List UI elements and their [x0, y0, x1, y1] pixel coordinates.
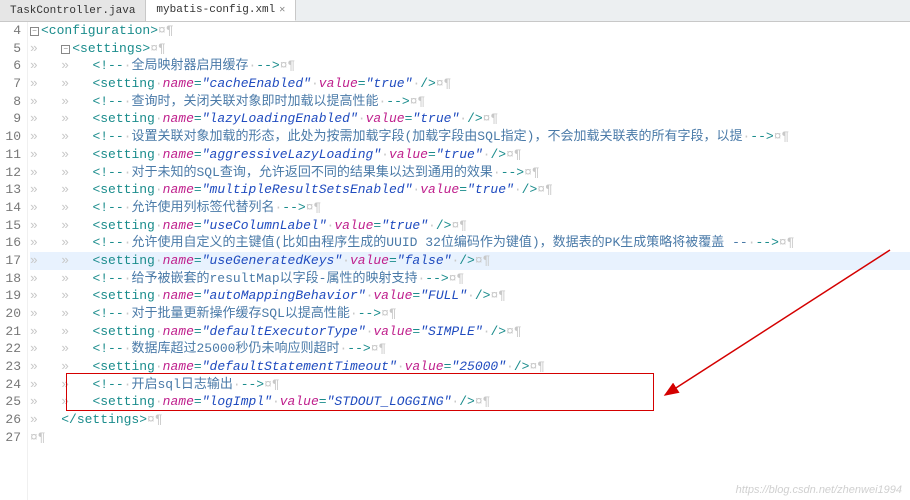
line-number: 22	[0, 340, 21, 358]
code-line[interactable]: » » <!--·查询时，关闭关联对象即时加载以提高性能·-->¤¶	[30, 93, 910, 111]
tab-label: mybatis-config.xml	[156, 4, 275, 16]
code-line[interactable]: » » <setting·name="useColumnLabel"·value…	[30, 217, 910, 235]
line-number: 26	[0, 411, 21, 429]
code-line[interactable]: » » <!--·对于未知的SQL查询，允许返回不同的结果集以达到通用的效果·-…	[30, 164, 910, 182]
code-line[interactable]: » » <setting·name="multipleResultSetsEna…	[30, 181, 910, 199]
line-number: 27	[0, 429, 21, 447]
line-number: 7	[0, 75, 21, 93]
code-line[interactable]: −<configuration>¤¶	[30, 22, 910, 40]
line-number: 25	[0, 393, 21, 411]
code-line[interactable]: » » <!--·允许使用自定义的主键值(比如由程序生成的UUID 32位编码作…	[30, 234, 910, 252]
line-number: 12	[0, 164, 21, 182]
line-number: 14	[0, 199, 21, 217]
line-number: 8	[0, 93, 21, 111]
line-number: 18	[0, 270, 21, 288]
code-line[interactable]: » » <!--·设置关联对象加载的形态，此处为按需加载字段(加载字段由SQL指…	[30, 128, 910, 146]
code-line[interactable]: » » <setting·name="defaultExecutorType"·…	[30, 323, 910, 341]
code-area[interactable]: −<configuration>¤¶» −<settings>¤¶» » <!-…	[28, 22, 910, 500]
code-line[interactable]: » −<settings>¤¶	[30, 40, 910, 58]
code-line[interactable]: » » <setting·name="lazyLoadingEnabled"·v…	[30, 110, 910, 128]
code-line[interactable]: » » <setting·name="aggressiveLazyLoading…	[30, 146, 910, 164]
code-line[interactable]: » » <setting·name="cacheEnabled"·value="…	[30, 75, 910, 93]
editor-tabs: TaskController.java mybatis-config.xml ✕	[0, 0, 910, 22]
code-line[interactable]: » » <!--·数据库超过25000秒仍未响应则超时·-->¤¶	[30, 340, 910, 358]
line-number: 10	[0, 128, 21, 146]
line-number: 17	[0, 252, 21, 270]
line-number-gutter: 4 5 6 7 8 9 10 11 12 13 14 15 16 17 18 1…	[0, 22, 28, 500]
line-number: 4	[0, 22, 21, 40]
code-line[interactable]: » </settings>¤¶	[30, 411, 910, 429]
code-line[interactable]: » » <setting·name="useGeneratedKeys"·val…	[30, 252, 910, 270]
line-number: 23	[0, 358, 21, 376]
line-number: 16	[0, 234, 21, 252]
tab-mybatis-config[interactable]: mybatis-config.xml ✕	[146, 0, 296, 21]
code-line[interactable]: » » <!--·对于批量更新操作缓存SQL以提高性能·-->¤¶	[30, 305, 910, 323]
line-number: 5	[0, 40, 21, 58]
watermark: https://blog.csdn.net/zhenwei1994	[736, 484, 902, 496]
line-number: 24	[0, 376, 21, 394]
line-number: 15	[0, 217, 21, 235]
line-number: 20	[0, 305, 21, 323]
line-number: 21	[0, 323, 21, 341]
tab-label: TaskController.java	[10, 5, 135, 17]
line-number: 13	[0, 181, 21, 199]
code-line[interactable]: » » <!--·全局映射器启用缓存·-->¤¶	[30, 57, 910, 75]
code-line[interactable]: » » <setting·name="logImpl"·value="STDOU…	[30, 393, 910, 411]
line-number: 19	[0, 287, 21, 305]
close-icon[interactable]: ✕	[279, 4, 285, 16]
tab-taskcontroller[interactable]: TaskController.java	[0, 0, 146, 21]
code-line[interactable]: » » <setting·name="autoMappingBehavior"·…	[30, 287, 910, 305]
line-number: 6	[0, 57, 21, 75]
code-editor[interactable]: 4 5 6 7 8 9 10 11 12 13 14 15 16 17 18 1…	[0, 22, 910, 500]
code-line[interactable]: » » <!--·给予被嵌套的resultMap以字段-属性的映射支持·-->¤…	[30, 270, 910, 288]
line-number: 11	[0, 146, 21, 164]
code-line[interactable]: » » <setting·name="defaultStatementTimeo…	[30, 358, 910, 376]
line-number: 9	[0, 110, 21, 128]
code-line[interactable]: ¤¶	[30, 429, 910, 447]
code-line[interactable]: » » <!--·开启sql日志输出·-->¤¶	[30, 376, 910, 394]
code-line[interactable]: » » <!--·允许使用列标签代替列名·-->¤¶	[30, 199, 910, 217]
